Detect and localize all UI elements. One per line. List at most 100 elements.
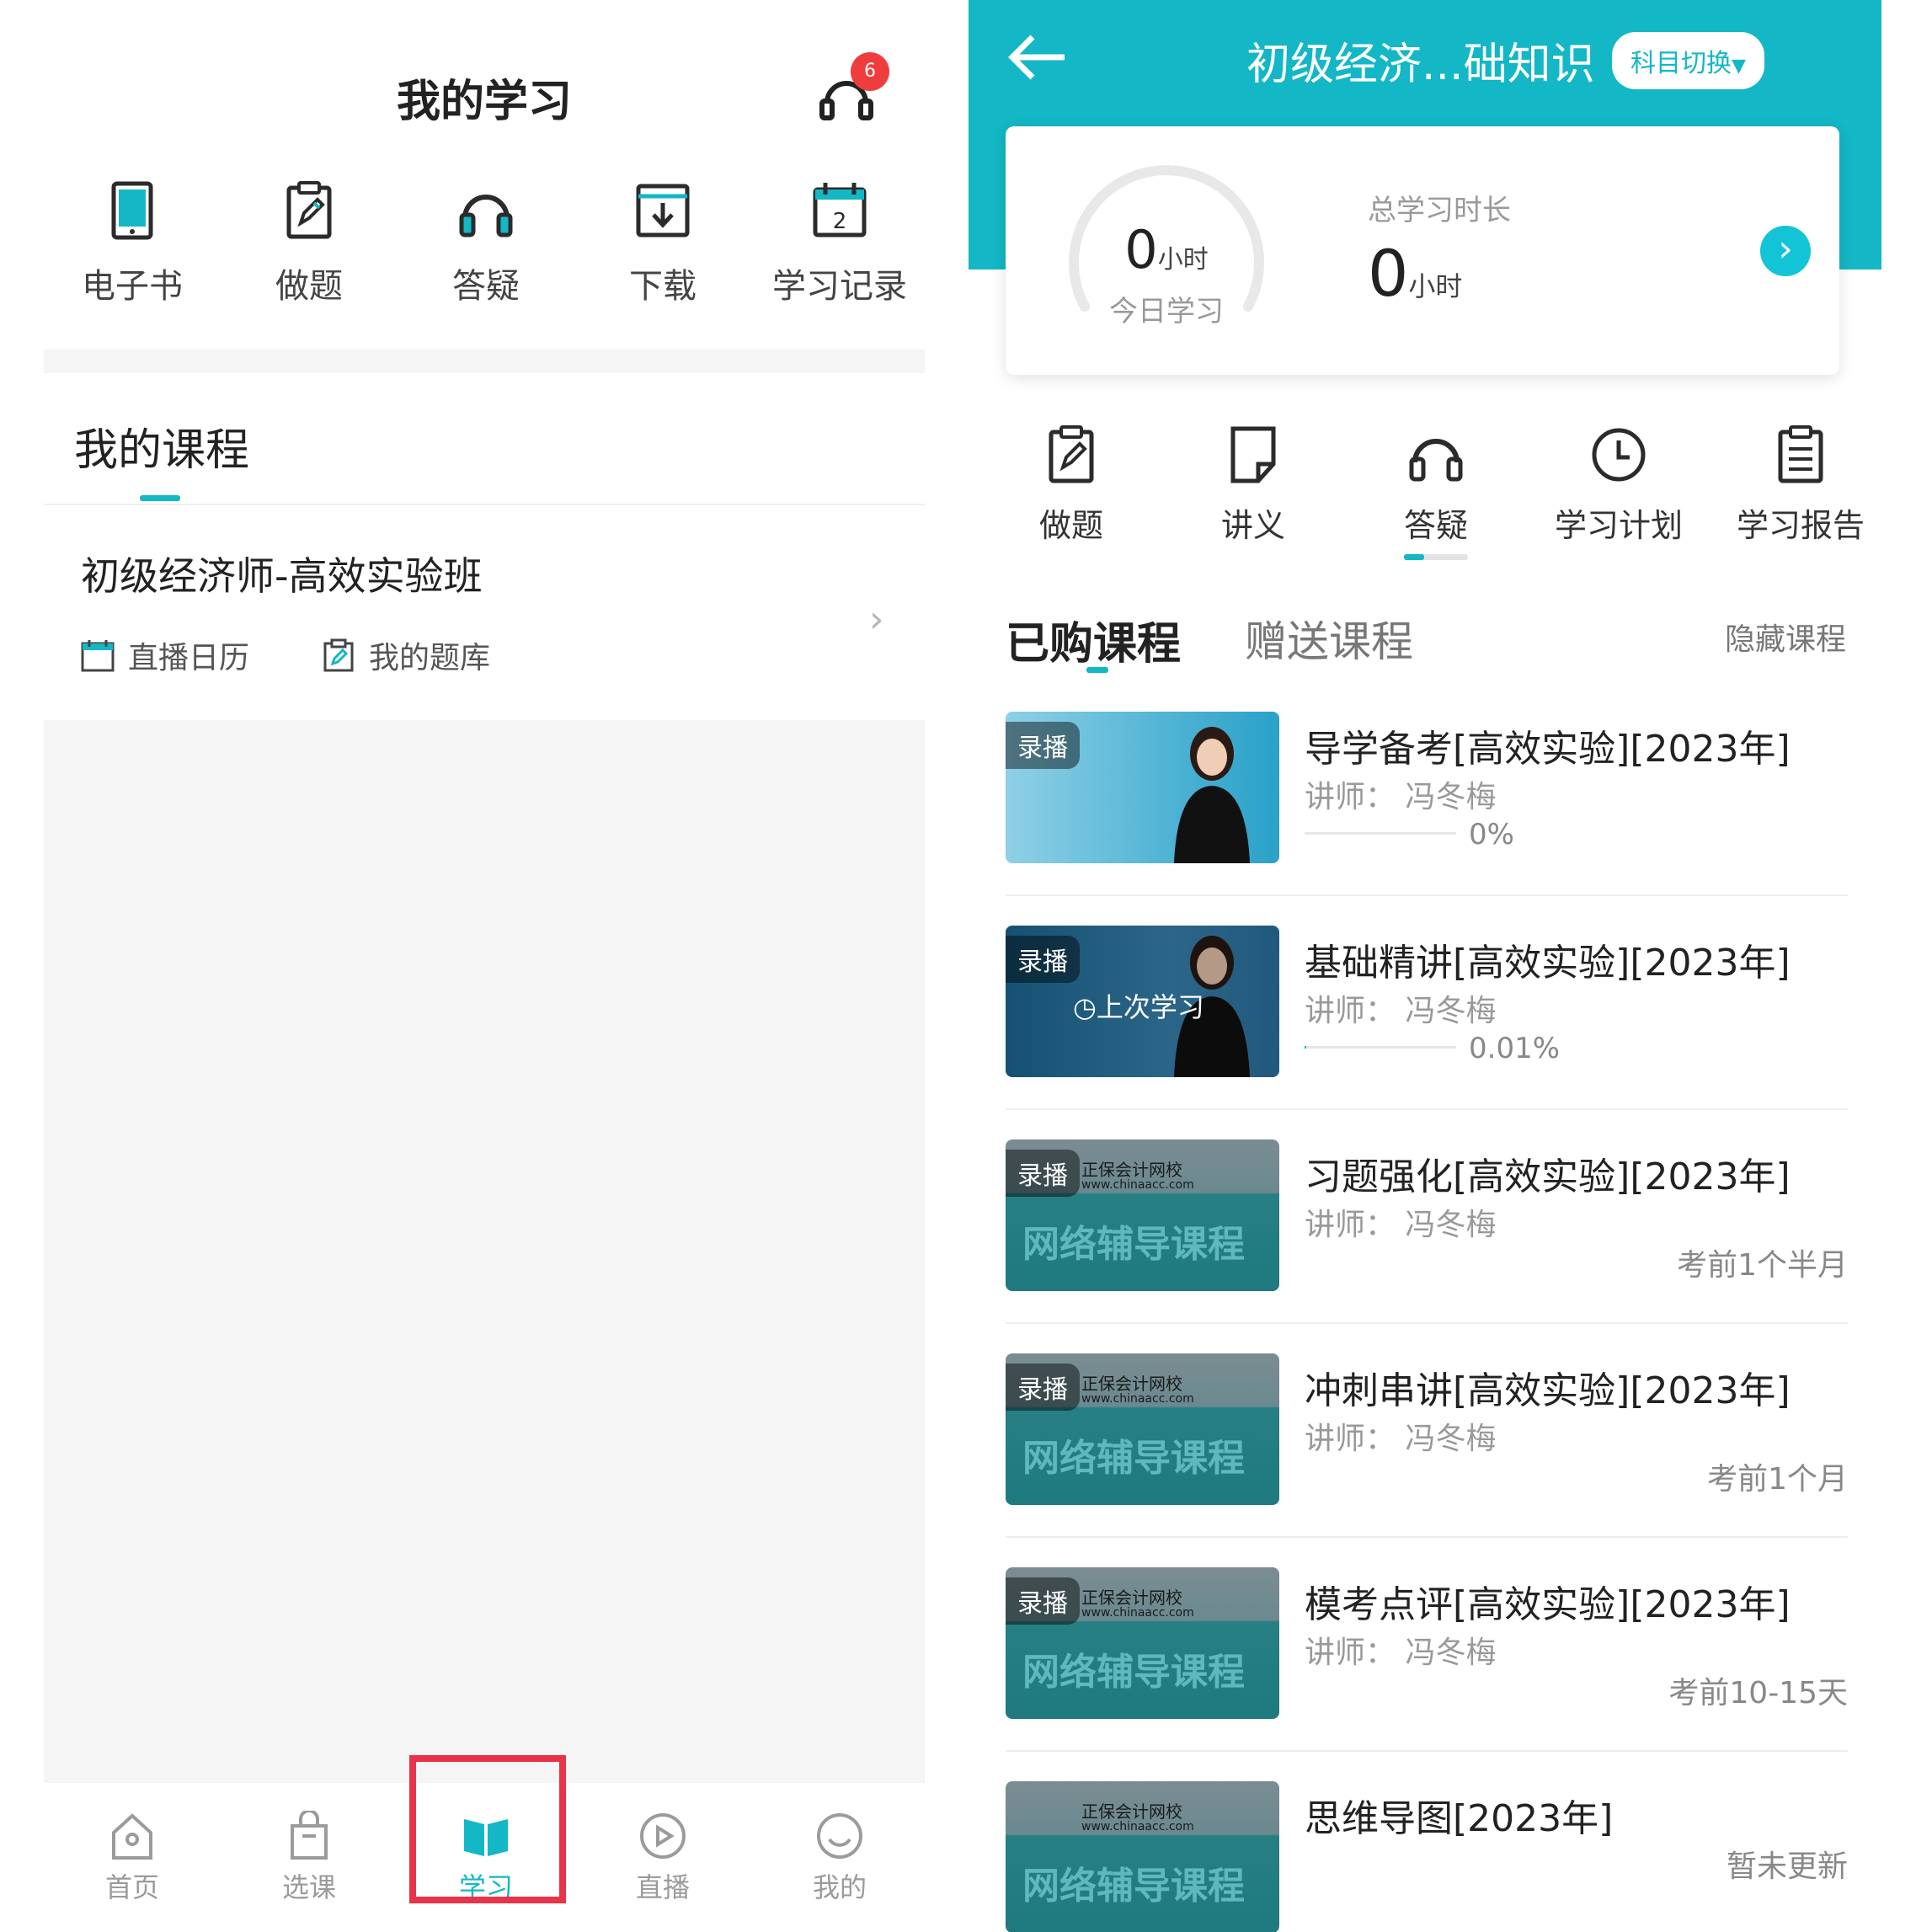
tab-purchased-indicator bbox=[1086, 667, 1108, 673]
thumbnail-caption: 网络辅导课程 bbox=[1022, 1223, 1245, 1266]
quick-study-record-label: 学习记录 bbox=[772, 267, 907, 306]
header-title: 初级经济...础知识 bbox=[1246, 40, 1595, 90]
progress-text: 0% bbox=[1469, 818, 1514, 851]
quick-exercise-label: 做题 bbox=[1038, 507, 1103, 544]
live-calendar-link[interactable]: 直播日历 bbox=[81, 633, 249, 677]
section-title: 我的课程 bbox=[74, 425, 250, 476]
recorded-tag: 录播 bbox=[1006, 722, 1080, 769]
recorded-tag: 录播 bbox=[1006, 1150, 1080, 1197]
course-divider bbox=[1006, 894, 1848, 896]
section-divider bbox=[44, 350, 925, 373]
recorded-tag: 录播 bbox=[1006, 1364, 1080, 1411]
note-icon bbox=[1230, 426, 1276, 483]
course-title: 习题强化[高效实验][2023年] bbox=[1305, 1155, 1791, 1198]
course-item[interactable]: 正保会计网校 www.chinaacc.com 网络辅导课程 思维导图[2023… bbox=[1006, 1781, 1848, 1932]
arrow-left-icon bbox=[1008, 35, 1065, 80]
tab-courses-label: 选课 bbox=[281, 1871, 336, 1903]
course-divider bbox=[1006, 1108, 1848, 1110]
quick-ebook[interactable]: 电子书 bbox=[44, 181, 221, 307]
course-divider bbox=[1006, 1750, 1848, 1752]
total-number: 0 bbox=[1368, 236, 1409, 311]
teacher-photo-icon bbox=[1174, 727, 1250, 863]
tab-home[interactable]: 首页 bbox=[44, 1811, 221, 1905]
quick-qa-label: 答疑 bbox=[1403, 507, 1468, 544]
course-thumbnail: 正保会计网校 www.chinaacc.com 网络辅导课程 录播 bbox=[1006, 1353, 1279, 1505]
tab-courses[interactable]: 选课 bbox=[221, 1811, 398, 1905]
subject-switch-button[interactable]: 科目切换▼ bbox=[1612, 32, 1764, 89]
course-schedule: 暂未更新 bbox=[1726, 1849, 1848, 1884]
face-icon bbox=[817, 1813, 862, 1859]
headset-icon bbox=[459, 195, 513, 237]
chevron-right-icon[interactable]: › bbox=[1760, 226, 1811, 276]
svg-text:2: 2 bbox=[833, 209, 847, 234]
course-title: 导学备考[高效实验][2023年] bbox=[1305, 728, 1791, 771]
clock-icon bbox=[1592, 428, 1646, 482]
course-name: 初级经济师-高效实验班 bbox=[81, 553, 483, 599]
quick-download[interactable]: 下载 bbox=[574, 181, 751, 307]
quick-qa[interactable]: 答疑 bbox=[398, 181, 574, 307]
tab-live[interactable]: 直播 bbox=[574, 1811, 751, 1905]
calendar-icon: 2 bbox=[813, 183, 867, 237]
course-item[interactable]: 录播 导学备考[高效实验][2023年] 讲师： 冯冬梅 0% bbox=[1006, 712, 1848, 880]
tab-mine[interactable]: 我的 bbox=[751, 1811, 928, 1905]
total-time-value: 0小时 bbox=[1368, 236, 1462, 311]
course-thumbnail: 正保会计网校 www.chinaacc.com 网络辅导课程 录播 bbox=[1006, 1567, 1279, 1719]
chevron-right-icon: › bbox=[869, 598, 884, 641]
highlight-box bbox=[409, 1755, 566, 1903]
course-thumbnail: 正保会计网校 www.chinaacc.com 网络辅导课程 bbox=[1006, 1781, 1279, 1932]
course-item[interactable]: 正保会计网校 www.chinaacc.com 网络辅导课程 录播 习题强化[高… bbox=[1006, 1139, 1848, 1308]
total-unit: 小时 bbox=[1408, 270, 1463, 302]
headset-icon bbox=[1409, 439, 1463, 482]
tab-live-label: 直播 bbox=[635, 1871, 690, 1903]
exercise-icon bbox=[1049, 425, 1094, 483]
report-icon bbox=[1778, 425, 1823, 483]
course-thumbnail: 录播 ◷上次学习 bbox=[1006, 926, 1279, 1077]
course-card[interactable]: 初级经济师-高效实验班 › 直播日历 我的题库 bbox=[44, 514, 925, 716]
quick-exercise[interactable]: 做题 bbox=[221, 181, 398, 307]
progress-bar-fill bbox=[1305, 1046, 1306, 1049]
home-icon bbox=[112, 1813, 152, 1860]
quick-ebook-label: 电子书 bbox=[82, 267, 183, 306]
caret-down-icon: ▼ bbox=[1732, 56, 1746, 77]
tab-gifted[interactable]: 赠送课程 bbox=[1245, 608, 1413, 669]
last-study-marker: ◷上次学习 bbox=[1073, 986, 1204, 1025]
today-value: 0小时 bbox=[1061, 219, 1272, 280]
section-underline bbox=[44, 504, 925, 505]
today-unit: 小时 bbox=[1157, 245, 1209, 275]
quick-qa[interactable]: 答疑 bbox=[1352, 425, 1520, 560]
live-calendar-label: 直播日历 bbox=[128, 641, 250, 675]
customer-service-button[interactable]: 6 bbox=[817, 52, 889, 126]
quick-study-report-label: 学习报告 bbox=[1736, 507, 1865, 544]
back-button[interactable] bbox=[1007, 32, 1068, 86]
quick-handout[interactable]: 讲义 bbox=[1169, 425, 1337, 546]
course-title: 模考点评[高效实验][2023年] bbox=[1305, 1583, 1791, 1626]
quick-study-plan[interactable]: 学习计划 bbox=[1534, 425, 1703, 546]
course-detail-screen: 初级经济...础知识 科目切换▼ 0小时 今日学习 总学习时长 0小时 › 做题… bbox=[969, 0, 1932, 1932]
tab-purchased[interactable]: 已购课程 bbox=[1006, 608, 1181, 671]
quick-exercise[interactable]: 做题 bbox=[987, 425, 1155, 546]
quick-study-plan-label: 学习计划 bbox=[1554, 507, 1683, 544]
my-study-screen: 我的学习 6 电子书 做题 答疑 下载 2 学习记录 我的课程 初级经济师-高效… bbox=[0, 0, 969, 1932]
course-divider bbox=[1006, 1536, 1848, 1538]
unread-badge: 6 bbox=[851, 52, 889, 91]
course-schedule: 考前10-15天 bbox=[1668, 1676, 1848, 1711]
section-title-indicator bbox=[140, 495, 180, 501]
hidden-courses-button[interactable]: 隐藏课程 bbox=[1725, 615, 1846, 659]
my-question-bank-link[interactable]: 我的题库 bbox=[322, 633, 490, 677]
quick-study-report[interactable]: 学习报告 bbox=[1716, 425, 1885, 546]
quick-exercise-label: 做题 bbox=[275, 267, 343, 306]
thumbnail-caption: 网络辅导课程 bbox=[1022, 1651, 1245, 1694]
tab-home-label: 首页 bbox=[104, 1871, 159, 1903]
course-item[interactable]: 录播 ◷上次学习 基础精讲[高效实验][2023年] 讲师： 冯冬梅 0.01% bbox=[1006, 926, 1848, 1094]
quick-download-label: 下载 bbox=[629, 267, 696, 306]
course-item[interactable]: 正保会计网校 www.chinaacc.com 网络辅导课程 录播 模考点评[高… bbox=[1006, 1567, 1848, 1736]
today-label: 今日学习 bbox=[1109, 295, 1224, 328]
course-teacher: 讲师： 冯冬梅 bbox=[1305, 780, 1497, 814]
bag-icon bbox=[291, 1811, 328, 1860]
subject-switch-label: 科目切换 bbox=[1630, 49, 1732, 78]
last-study-label: 上次学习 bbox=[1096, 991, 1204, 1023]
course-item[interactable]: 正保会计网校 www.chinaacc.com 网络辅导课程 录播 冲刺串讲[高… bbox=[1006, 1353, 1848, 1522]
brand-text: 正保会计网校 bbox=[1081, 1374, 1182, 1394]
ebook-icon bbox=[111, 181, 153, 240]
quick-study-record[interactable]: 2 学习记录 bbox=[751, 181, 928, 307]
